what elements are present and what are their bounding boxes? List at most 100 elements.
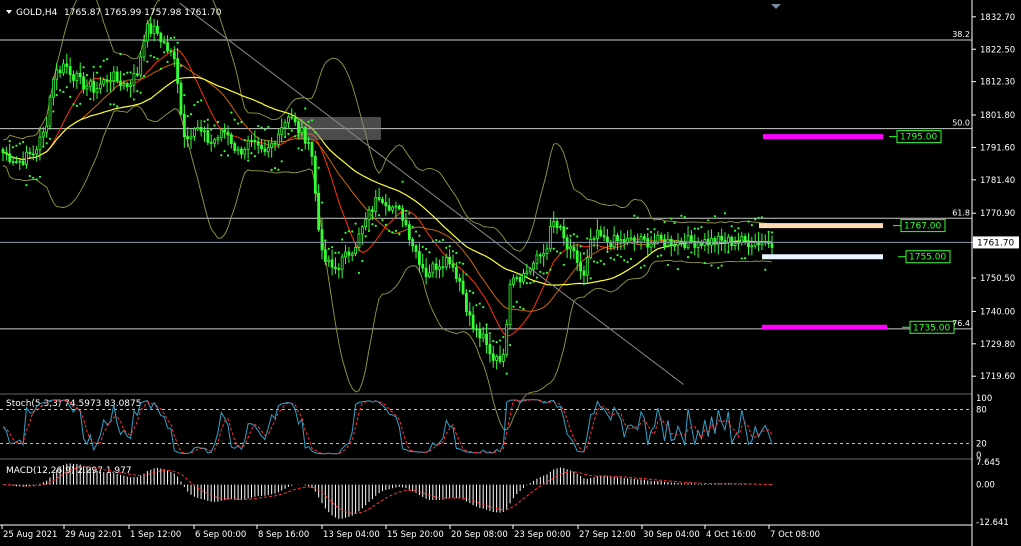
- candle-body: [616, 235, 619, 242]
- candle-body: [273, 142, 277, 145]
- candle-body: [125, 83, 129, 88]
- psar-dot: [545, 271, 549, 274]
- psar-dot: [317, 166, 320, 169]
- psar-dot: [636, 216, 639, 219]
- candle-body: [250, 139, 253, 142]
- psar-dot: [89, 97, 92, 101]
- psar-dot: [586, 237, 589, 240]
- time-tick-label: 1 Sep 12:00: [130, 530, 181, 540]
- psar-dot: [589, 277, 592, 280]
- psar-dot: [602, 262, 606, 266]
- candle-body: [51, 78, 55, 98]
- candle-body: [45, 125, 49, 133]
- psar-dot: [183, 93, 186, 97]
- psar-dot: [475, 304, 478, 307]
- psar-dot: [243, 138, 246, 142]
- psar-dot: [280, 160, 283, 163]
- candle-body: [196, 126, 200, 130]
- candle-body: [300, 127, 304, 133]
- psar-dot: [189, 112, 193, 116]
- psar-dot: [653, 228, 656, 231]
- psar-dot: [707, 219, 710, 222]
- psar-dot: [451, 250, 455, 253]
- time-tick-label: 4 Oct 16:00: [706, 530, 756, 540]
- candle-body: [535, 254, 539, 264]
- psar-dot: [169, 36, 173, 40]
- psar-dot: [391, 231, 394, 234]
- candle-body: [639, 236, 643, 243]
- candle-body: [750, 245, 754, 248]
- candle-body: [233, 143, 237, 151]
- psar-dot: [69, 95, 72, 98]
- consolidation-box: [297, 117, 381, 140]
- candle-body: [115, 71, 119, 82]
- candle-body: [444, 256, 448, 268]
- psar-dot: [468, 289, 471, 293]
- time-tick-label: 7 Oct 08:00: [770, 530, 820, 540]
- psar-dot: [508, 343, 512, 347]
- price-tick-label: 1801.80: [980, 111, 1015, 121]
- candle-body: [21, 160, 25, 165]
- psar-dot: [639, 266, 643, 269]
- candle-body: [38, 136, 42, 151]
- psar-dot: [700, 225, 703, 229]
- psar-dot: [257, 124, 260, 128]
- candle-body: [599, 229, 603, 236]
- candle-body: [1, 149, 5, 154]
- psar-dot: [163, 51, 166, 54]
- macd-tick-label: 7.645: [976, 458, 1000, 468]
- candle-body: [243, 149, 247, 155]
- candle-body: [656, 234, 660, 243]
- candle-body: [733, 243, 737, 246]
- candle-body: [18, 160, 22, 163]
- psar-dot: [35, 178, 38, 181]
- candle-body: [25, 151, 28, 165]
- psar-dot: [492, 340, 495, 343]
- psar-dot: [38, 175, 42, 178]
- candle-body: [350, 253, 354, 256]
- psar-dot: [156, 57, 159, 60]
- candle-body: [276, 133, 280, 145]
- psar-dot: [522, 307, 525, 310]
- psar-dot: [186, 114, 189, 118]
- candle-body: [98, 83, 102, 89]
- candle-body: [85, 85, 89, 90]
- candle-body: [28, 151, 32, 155]
- trading-chart[interactable]: 38.2 50.0 61.8 76.4 1795.00 1767.00 1755.00 17…: [0, 0, 1021, 546]
- candle-body: [337, 268, 341, 270]
- psar-dot: [455, 251, 458, 255]
- psar-dot: [213, 124, 216, 127]
- psar-dot: [139, 91, 142, 94]
- psar-dot: [18, 142, 21, 145]
- psar-dot: [129, 71, 132, 74]
- candle-body: [592, 238, 596, 241]
- psar-dot: [290, 129, 293, 132]
- psar-dot: [727, 251, 730, 254]
- candle-body: [562, 226, 566, 239]
- candle-body: [8, 153, 12, 162]
- psar-dot: [730, 225, 733, 228]
- candle-body: [501, 354, 505, 362]
- psar-dot: [294, 135, 297, 138]
- psar-dot: [371, 223, 374, 226]
- stoch-level-label: 20: [976, 440, 987, 450]
- psar-dot: [623, 259, 626, 262]
- candle-body: [4, 152, 8, 155]
- time-tick-label: 15 Sep 20:00: [387, 530, 444, 540]
- psar-dot: [146, 60, 149, 63]
- psar-dot: [82, 66, 85, 69]
- candle-body: [367, 209, 371, 221]
- psar-dot: [505, 372, 508, 375]
- psar-dot: [300, 148, 303, 152]
- psar-dot: [310, 119, 314, 122]
- candle-body: [579, 261, 582, 272]
- candle-body: [129, 84, 133, 88]
- candle-body: [424, 267, 428, 277]
- candle-body: [41, 131, 45, 138]
- candle-body: [307, 142, 310, 144]
- psar-dot: [297, 147, 300, 150]
- psar-dot: [660, 254, 663, 257]
- candle-body: [334, 266, 337, 269]
- psar-dot: [525, 282, 528, 285]
- chart-background: [0, 0, 1021, 546]
